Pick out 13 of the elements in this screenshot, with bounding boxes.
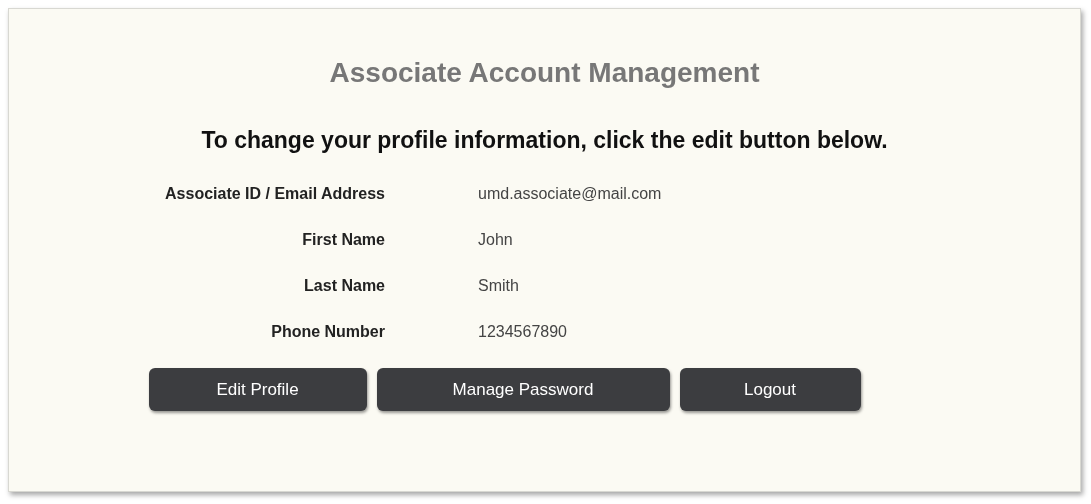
- field-label: First Name: [301, 230, 385, 250]
- page-title: Associate Account Management: [329, 57, 760, 89]
- instruction-text: To change your profile information, click the edit button below.: [201, 127, 888, 154]
- field-label: Phone Number: [270, 322, 385, 342]
- action-button[interactable]: Manage Password: [376, 368, 670, 411]
- field-value: John: [478, 230, 514, 250]
- field-value: Smith: [478, 276, 520, 296]
- field-label: Last Name: [303, 276, 385, 296]
- field-value: umd.associate@mail.com: [478, 184, 662, 204]
- action-button[interactable]: Edit Profile: [148, 368, 367, 411]
- field-label: Associate ID / Email Address: [164, 184, 385, 204]
- action-button[interactable]: Logout: [679, 368, 861, 411]
- field-value: 1234567890: [478, 322, 568, 342]
